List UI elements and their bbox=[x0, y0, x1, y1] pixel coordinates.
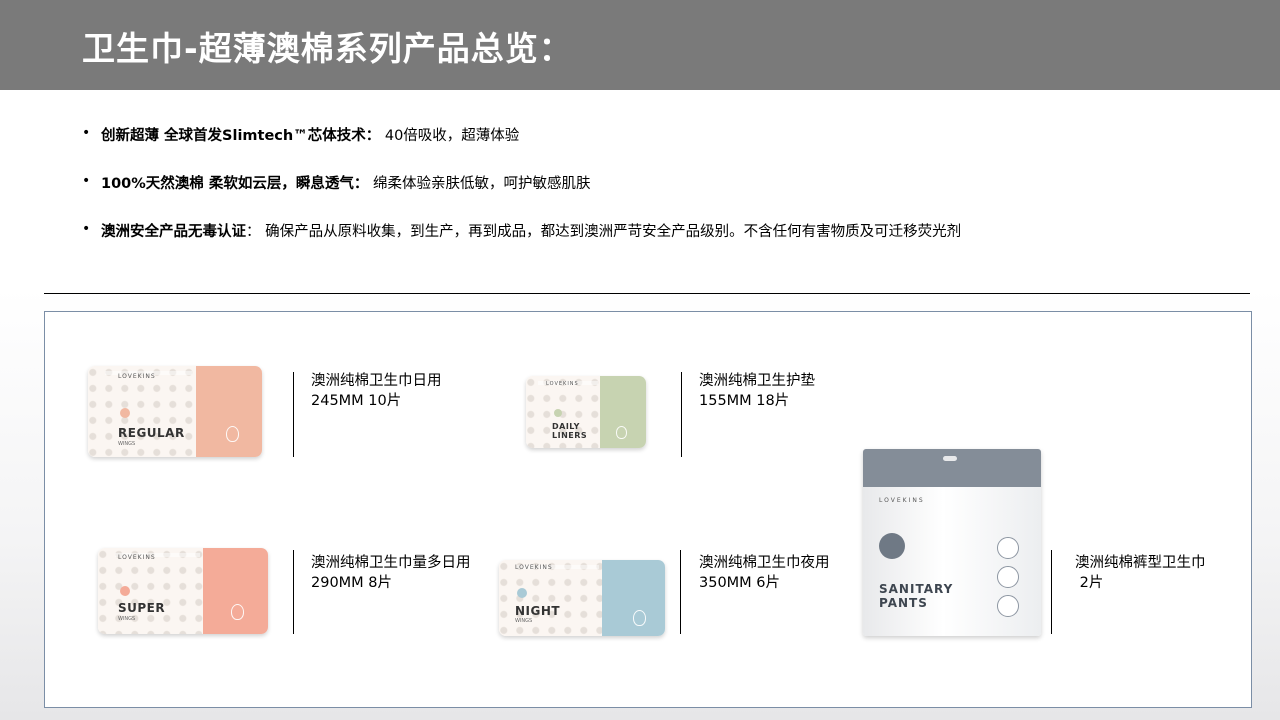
brand-logo: LOVEKINS bbox=[118, 554, 156, 561]
mountain-logo-icon bbox=[554, 409, 562, 417]
brand-logo: LOVEKINS bbox=[515, 564, 553, 571]
page-title: 卫生巾-超薄澳棉系列产品总览： bbox=[82, 29, 573, 68]
feature-title: 创新超薄 全球首发Slimtech™芯体技术： bbox=[101, 128, 381, 144]
product-name: 澳洲纯棉卫生巾夜用 bbox=[699, 555, 830, 571]
bullet-dot: • bbox=[82, 125, 91, 141]
brand-logo: LOVEKINS bbox=[546, 381, 579, 387]
product-image-night: LOVEKINS NIGHT WINGS bbox=[499, 560, 665, 636]
pack-label: SUPER bbox=[118, 601, 166, 615]
product-spec: 155MM 18片 bbox=[699, 393, 790, 409]
pack-label: DAILY LINERS bbox=[552, 422, 588, 440]
leaf-icon bbox=[226, 426, 239, 442]
product-name: 澳洲纯棉卫生巾量多日用 bbox=[311, 555, 471, 571]
product-divider bbox=[293, 550, 294, 634]
mountain-logo-icon bbox=[120, 586, 130, 596]
pack-color-band bbox=[203, 548, 268, 634]
product-spec: 290MM 8片 bbox=[311, 575, 393, 591]
feature-title: 澳洲安全产品无毒认证 bbox=[101, 224, 246, 240]
pack-sublabel: WINGS bbox=[118, 441, 136, 447]
feature-icon-2 bbox=[997, 566, 1019, 588]
pack-label: REGULAR bbox=[118, 426, 185, 440]
product-name: 澳洲纯棉裤型卫生巾 bbox=[1075, 555, 1206, 571]
product-label: 澳洲纯棉裤型卫生巾 2片 bbox=[1075, 553, 1206, 593]
product-divider bbox=[293, 372, 294, 457]
bullet-dot: • bbox=[82, 173, 91, 189]
product-label: 澳洲纯棉卫生巾夜用 350MM 6片 bbox=[699, 553, 830, 593]
product-label: 澳洲纯棉卫生巾量多日用 290MM 8片 bbox=[311, 553, 471, 593]
pants-icon bbox=[879, 533, 905, 559]
section-divider bbox=[44, 293, 1250, 294]
product-image-sanitary-pants: LOVEKINS SANITARY PANTS bbox=[863, 449, 1041, 636]
product-name: 澳洲纯棉卫生巾日用 bbox=[311, 373, 442, 389]
pack-sublabel: WINGS bbox=[515, 618, 533, 624]
product-image-regular: LOVEKINS REGULAR WINGS bbox=[88, 366, 262, 457]
leaf-icon bbox=[231, 604, 244, 620]
product-name: 澳洲纯棉卫生护垫 bbox=[699, 373, 815, 389]
pack-sublabel: WINGS bbox=[118, 616, 136, 622]
product-image-super: LOVEKINS SUPER WINGS bbox=[98, 548, 268, 634]
product-divider bbox=[681, 372, 682, 457]
mountain-logo-icon bbox=[120, 408, 130, 418]
pack-color-band bbox=[601, 560, 665, 636]
product-spec: 245MM 10片 bbox=[311, 393, 402, 409]
feature-desc: 40倍吸收，超薄体验 bbox=[380, 128, 520, 144]
feature-icon-3 bbox=[997, 595, 1019, 617]
pack-label: SANITARY PANTS bbox=[879, 582, 954, 610]
brand-logo: LOVEKINS bbox=[118, 373, 156, 380]
leaf-icon bbox=[633, 610, 646, 626]
product-spec: 350MM 6片 bbox=[699, 575, 781, 591]
bullet-dot: • bbox=[82, 221, 91, 237]
pack-label: NIGHT bbox=[515, 604, 561, 618]
feature-title: 100%天然澳棉 柔软如云层，瞬息透气： bbox=[101, 176, 369, 192]
feature-desc: ： 确保产品从原料收集，到生产，再到成品，都达到澳洲严苛安全产品级别。不含任何有… bbox=[246, 224, 962, 240]
pack-color-band bbox=[195, 366, 262, 457]
product-image-daily-liners: LOVEKINS DAILY LINERS bbox=[526, 376, 646, 448]
product-spec: 2片 bbox=[1075, 575, 1104, 591]
product-divider bbox=[680, 550, 681, 634]
brand-logo: LOVEKINS bbox=[879, 497, 925, 504]
product-label: 澳洲纯棉卫生护垫 155MM 18片 bbox=[699, 371, 815, 411]
mountain-logo-icon bbox=[517, 588, 527, 598]
hanger-hole bbox=[943, 456, 957, 461]
product-divider bbox=[1051, 550, 1052, 634]
header-bar: 卫生巾-超薄澳棉系列产品总览： bbox=[0, 0, 1280, 90]
bag-header bbox=[863, 449, 1041, 487]
leaf-icon bbox=[616, 426, 627, 439]
feature-icon-1 bbox=[997, 537, 1019, 559]
product-label: 澳洲纯棉卫生巾日用 245MM 10片 bbox=[311, 371, 442, 411]
feature-desc: 绵柔体验亲肤低敏，呵护敏感肌肤 bbox=[368, 176, 591, 192]
